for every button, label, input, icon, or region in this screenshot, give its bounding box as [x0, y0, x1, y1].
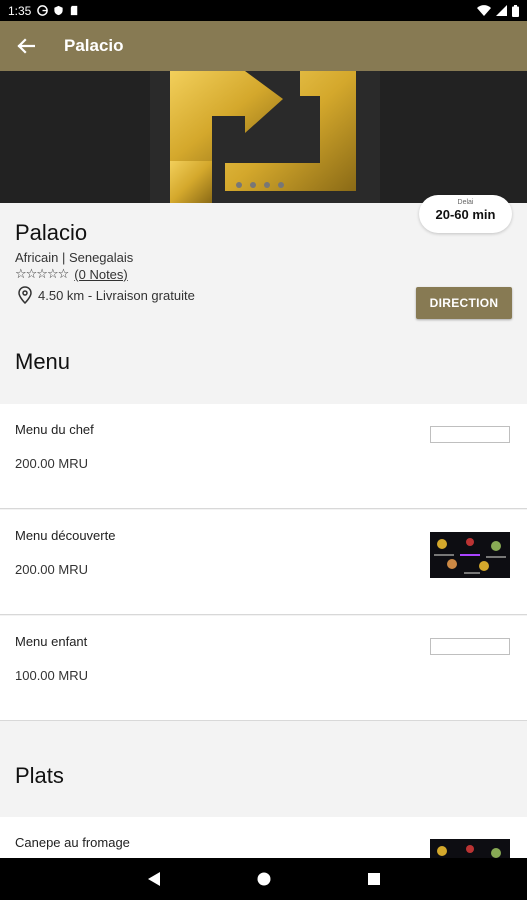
menu-item[interactable]: Menu enfant 100.00 MRU — [0, 616, 527, 721]
status-bar: 1:35 — [0, 0, 527, 21]
menu-item-name: Menu du chef — [15, 422, 94, 437]
menu-item-price: 200.00 MRU — [15, 456, 88, 471]
sd-card-icon — [71, 5, 78, 16]
delivery-time-label: Delai — [457, 199, 474, 206]
rating-stars-icon: ☆☆☆☆☆ — [15, 266, 69, 281]
wifi-icon — [477, 5, 491, 16]
location-pin-icon — [18, 286, 32, 304]
restaurant-cuisine: Africain | Senegalais — [15, 250, 134, 265]
menu-item-name: Menu enfant — [15, 634, 88, 649]
nav-home-button[interactable] — [254, 869, 274, 889]
google-icon — [37, 5, 49, 16]
carousel-indicator — [236, 182, 284, 188]
status-time: 1:35 — [8, 3, 32, 18]
nav-recents-button[interactable] — [364, 869, 384, 889]
restaurant-info: Delai 20-60 min Palacio Africain | Seneg… — [0, 195, 527, 403]
square-recents-icon — [367, 873, 380, 885]
carousel-dot — [250, 182, 256, 188]
app-bar: Palacio — [0, 21, 527, 71]
distance-row: 4.50 km - Livraison gratuite — [17, 286, 195, 304]
carousel-dot — [264, 182, 270, 188]
arrow-left-icon — [17, 38, 35, 54]
battery-icon — [512, 4, 519, 17]
rating: ☆☆☆☆☆ (0 Notes) — [15, 266, 128, 282]
carousel-dot — [236, 182, 242, 188]
menu-item-image — [430, 532, 510, 578]
direction-button[interactable]: DIRECTION — [416, 287, 512, 319]
back-button[interactable] — [14, 34, 38, 58]
plats-section-title: Plats — [15, 763, 64, 788]
distance-text: 4.50 km - Livraison gratuite — [38, 287, 195, 303]
menu-item-name: Menu découverte — [15, 528, 116, 543]
menu-section-title: Menu — [15, 349, 71, 374]
circle-home-icon — [257, 872, 270, 886]
navigation-bar — [0, 858, 527, 900]
ratings-link[interactable]: (0 Notes) — [74, 267, 127, 282]
menu-thumbnail — [430, 532, 510, 578]
menu-item-price: 100.00 MRU — [15, 668, 88, 683]
restaurant-hero-image[interactable] — [0, 71, 527, 203]
menu-item-price: 200.00 MRU — [15, 562, 88, 577]
triangle-back-icon — [147, 872, 160, 886]
signal-icon — [496, 5, 507, 16]
menu-item-name: Canepe au fromage — [15, 835, 130, 850]
page-title: Palacio — [64, 36, 124, 55]
menu-item-image-placeholder — [430, 638, 510, 655]
carousel-dot — [278, 182, 284, 188]
menu-item[interactable]: Menu du chef 200.00 MRU — [0, 404, 527, 509]
nav-back-button[interactable] — [144, 869, 164, 889]
delivery-time-value: 20-60 min — [435, 207, 496, 222]
delivery-time-badge: Delai 20-60 min — [419, 195, 512, 233]
shield-icon — [54, 5, 63, 16]
restaurant-name: Palacio — [15, 220, 88, 245]
menu-item[interactable]: Menu découverte 200.00 MRU — [0, 510, 527, 615]
menu-item-image-placeholder — [430, 426, 510, 443]
